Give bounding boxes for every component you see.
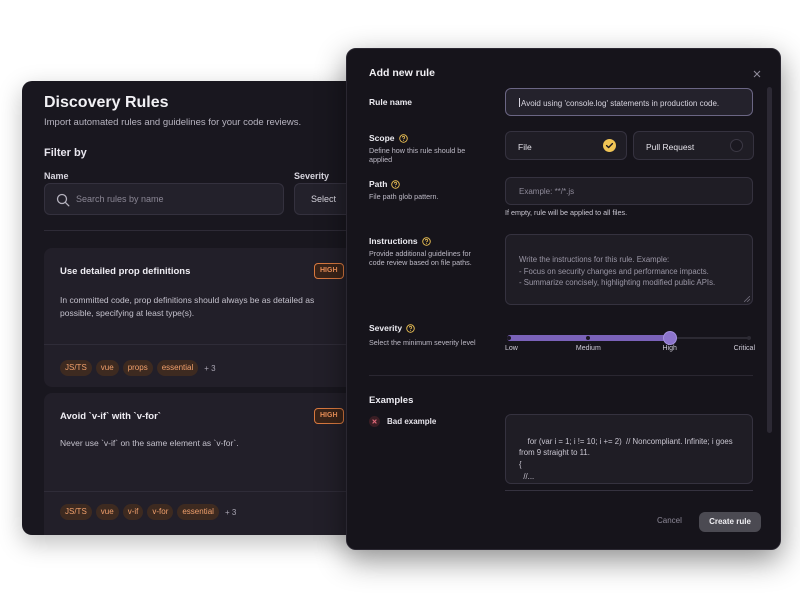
rule-card[interactable]: Avoid `v-if` with `v-for` HIGH Never use…: [44, 393, 362, 535]
tag: vue: [95, 504, 119, 520]
severity-level-medium: Medium: [575, 345, 601, 352]
instructions-label: Instructions: [369, 236, 431, 246]
tag: essential: [177, 504, 219, 520]
slider-thumb[interactable]: [662, 331, 677, 345]
tag: vue: [95, 360, 119, 376]
rule-name-input[interactable]: Avoid using 'console.log' statements in …: [505, 88, 753, 116]
tag: v-for: [147, 504, 174, 520]
severity-help: Select the minimum severity level: [369, 338, 476, 347]
severity-badge: HIGH: [314, 263, 344, 279]
radio-circle: [730, 139, 743, 152]
scope-option-file[interactable]: File: [505, 131, 627, 160]
x-circle-icon: [369, 416, 380, 427]
rule-card[interactable]: Use detailed prop definitions HIGH In co…: [44, 248, 362, 387]
search-icon: [56, 193, 70, 207]
card-divider: [44, 491, 362, 492]
path-hint: If empty, rule will be applied to all fi…: [505, 208, 628, 217]
scrollbar[interactable]: [767, 87, 772, 533]
bad-example-code-editor[interactable]: for (var i = 1; i != 10; i += 2) // Nonc…: [505, 414, 753, 484]
severity-label: Severity: [369, 323, 415, 333]
rule-name-label: Rule name: [369, 97, 412, 107]
scope-help: Define how this rule should be applied: [369, 146, 466, 164]
tag: JS/TS: [60, 360, 92, 376]
create-rule-button[interactable]: Create rule: [699, 512, 761, 532]
severity-filter-label: Severity: [294, 171, 330, 181]
instructions-textarea[interactable]: Write the instructions for this rule. Ex…: [505, 234, 753, 305]
modal-title: Add new rule: [369, 67, 435, 79]
slider-stop[interactable]: [747, 336, 751, 340]
resize-handle-icon[interactable]: [744, 296, 750, 302]
severity-level-low: Low: [505, 345, 518, 352]
tag-list: JS/TS vue v-if v-for essential + 3: [60, 504, 236, 520]
help-icon[interactable]: [398, 133, 408, 143]
divider: [44, 230, 362, 231]
close-icon[interactable]: [751, 68, 763, 80]
slider-stop[interactable]: [507, 336, 511, 340]
rule-description: In committed code, prop definitions shou…: [60, 295, 315, 319]
tag: essential: [156, 360, 199, 376]
rule-title: Avoid `v-if` with `v-for`: [60, 411, 161, 422]
more-tags-count[interactable]: + 3: [225, 508, 236, 517]
search-input[interactable]: [76, 184, 276, 214]
severity-level-critical: Critical: [733, 345, 755, 352]
path-input[interactable]: Example: **/*.js: [505, 177, 753, 205]
add-rule-modal: Add new rule Rule name Avoid using 'cons…: [346, 48, 781, 550]
help-icon[interactable]: [391, 179, 401, 189]
page-title: Discovery Rules: [44, 94, 169, 111]
more-tags-count[interactable]: + 3: [204, 364, 215, 373]
modal-footer: Cancel Create rule: [347, 501, 780, 549]
help-icon[interactable]: [421, 236, 431, 246]
next-example-editor[interactable]: [505, 490, 753, 496]
discovery-rules-panel: Discovery Rules Import automated rules a…: [22, 81, 362, 535]
tag: v-if: [122, 504, 144, 520]
severity-level-high: High: [662, 345, 677, 352]
cancel-button[interactable]: Cancel: [657, 516, 682, 525]
rule-name-value: Avoid using 'console.log' statements in …: [521, 99, 720, 108]
scrollbar-thumb[interactable]: [767, 87, 772, 433]
severity-badge: HIGH: [314, 408, 344, 424]
text-caret: [519, 98, 520, 107]
page-subtitle: Import automated rules and guidelines fo…: [44, 117, 302, 128]
rule-title: Use detailed prop definitions: [60, 266, 191, 277]
bad-example-code: for (var i = 1; i != 10; i += 2) // Nonc…: [519, 436, 733, 481]
scope-label: Scope: [369, 133, 408, 143]
bad-example-label: Bad example: [369, 416, 436, 427]
examples-heading: Examples: [369, 395, 414, 406]
section-divider: [369, 375, 753, 376]
tag: props: [122, 360, 153, 376]
instructions-placeholder: Write the instructions for this rule. Ex…: [519, 255, 716, 287]
severity-slider[interactable]: [507, 331, 751, 345]
check-icon: [603, 139, 616, 152]
rule-description: Never use `v-if` on the same element as …: [60, 438, 239, 448]
scope-option-pull-request[interactable]: Pull Request: [633, 131, 754, 160]
path-help: File path glob pattern.: [369, 192, 439, 201]
search-box[interactable]: [44, 183, 284, 215]
card-divider: [44, 344, 362, 345]
tag: JS/TS: [60, 504, 92, 520]
help-icon[interactable]: [406, 323, 415, 333]
filter-heading: Filter by: [44, 147, 87, 159]
tag-list: JS/TS vue props essential + 3: [60, 360, 216, 376]
path-label: Path: [369, 179, 401, 189]
name-filter-label: Name: [44, 171, 69, 181]
instructions-help: Provide additional guidelines for code r…: [369, 249, 472, 267]
